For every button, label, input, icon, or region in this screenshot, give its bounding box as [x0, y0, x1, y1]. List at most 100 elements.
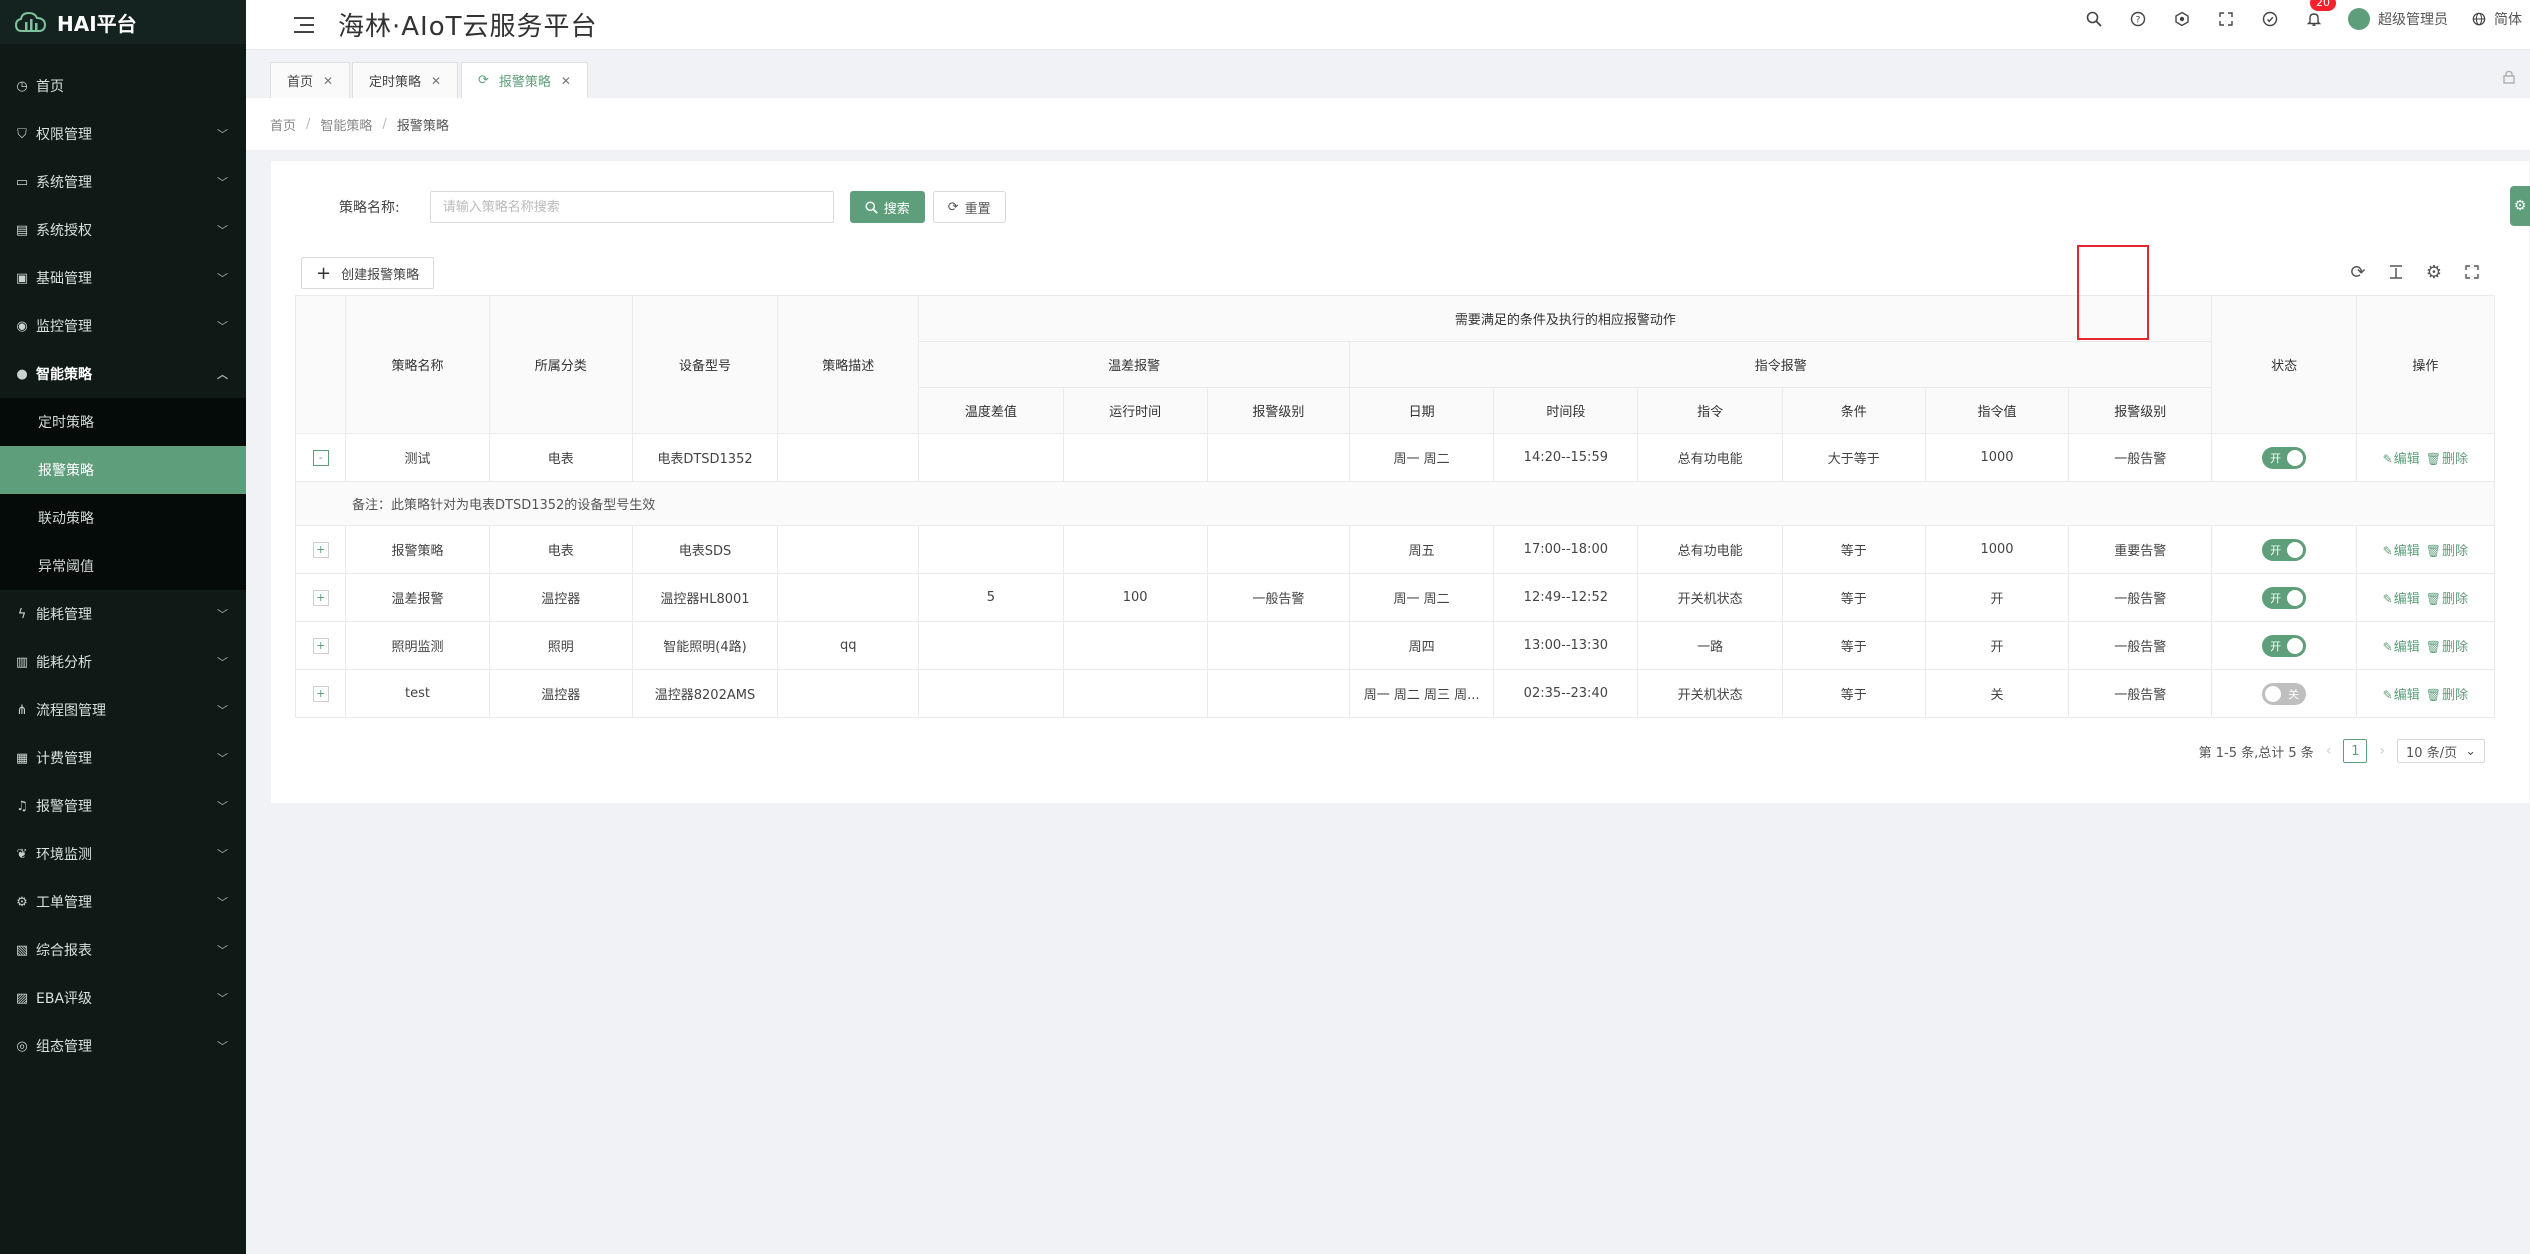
reload-icon[interactable]: ⟳: [2347, 261, 2369, 283]
close-icon[interactable]: ✕: [561, 74, 571, 88]
cell-temp-diff: [918, 433, 1064, 482]
cell-command-value: 1000: [1924, 433, 2070, 482]
edit-button[interactable]: ✎编辑: [2383, 688, 2420, 703]
sidebar-subitem-label: 定时策略: [38, 415, 94, 431]
edit-button[interactable]: ✎编辑: [2383, 592, 2420, 607]
refresh-icon: ⟳: [947, 199, 959, 215]
close-icon[interactable]: ✕: [431, 74, 441, 88]
edit-button[interactable]: ✎编辑: [2383, 544, 2420, 559]
fullscreen-icon[interactable]: [2216, 9, 2236, 29]
close-icon[interactable]: ✕: [323, 74, 333, 88]
page-size-select[interactable]: 10 条/页 ⌄: [2397, 739, 2485, 763]
create-alarm-strategy-button[interactable]: + 创建报警策略: [301, 257, 435, 289]
sidebar-subitem[interactable]: 联动策略: [0, 494, 246, 542]
refresh-icon[interactable]: ⟳: [478, 73, 489, 88]
edit-button[interactable]: ✎编辑: [2383, 640, 2420, 655]
collapse-row-icon[interactable]: -: [312, 449, 329, 466]
fullscreen-icon[interactable]: [2461, 261, 2483, 283]
status-toggle[interactable]: 关: [2262, 682, 2307, 705]
breadcrumb-item-home[interactable]: 首页: [270, 115, 296, 134]
sidebar-item[interactable]: ▭ 系统管理 ﹀: [0, 158, 246, 206]
cell-temp-level: [1206, 525, 1350, 574]
delete-button[interactable]: 🗑︎删除: [2426, 592, 2468, 607]
density-icon[interactable]: [2385, 261, 2407, 283]
sidebar-item[interactable]: ▣ 基础管理 ﹀: [0, 254, 246, 302]
prev-page-icon[interactable]: ‹: [2326, 743, 2332, 759]
sidebar-item[interactable]: ♫ 报警管理 ﹀: [0, 782, 246, 830]
theme-icon[interactable]: [2172, 9, 2192, 29]
settings-drawer-icon[interactable]: ⚙: [2510, 186, 2530, 226]
language-switch[interactable]: 简体: [2472, 9, 2522, 29]
sidebar-item[interactable]: ϟ 能耗管理 ﹀: [0, 590, 246, 638]
header-actions: ? 20 超级管理员 简体: [2084, 0, 2522, 38]
sidebar-item[interactable]: ▥ 能耗分析 ﹀: [0, 638, 246, 686]
cell-run-time: [1062, 669, 1208, 718]
edit-button[interactable]: ✎编辑: [2383, 452, 2420, 467]
next-page-icon[interactable]: ›: [2379, 743, 2385, 759]
tab-label: 定时策略: [369, 75, 422, 90]
sidebar-item[interactable]: ◎ 组态管理 ﹀: [0, 1022, 246, 1070]
search-input[interactable]: [429, 191, 834, 223]
expand-cell: +: [294, 525, 347, 574]
cell-device-model: 温控器8202AMS: [631, 669, 779, 718]
table-row: + 报警策略 电表 电表SDS 周五 17:00--18:00 总有功电能 等于 1000 重要告…: [294, 525, 2496, 574]
chevron-down-icon: ﹀: [217, 176, 228, 189]
page-number[interactable]: 1: [2343, 739, 2368, 763]
user-menu[interactable]: 超级管理员: [2348, 8, 2448, 30]
search-button[interactable]: 搜索: [849, 191, 925, 223]
chevron-down-icon: ﹀: [217, 320, 228, 333]
reset-button[interactable]: ⟳ 重置: [932, 191, 1006, 223]
search-icon[interactable]: [2084, 9, 2104, 29]
sidebar-item[interactable]: ◉ 监控管理 ﹀: [0, 302, 246, 350]
tab-timed-strategy[interactable]: 定时策略 ✕: [352, 62, 459, 98]
trash-icon: 🗑︎: [2425, 688, 2441, 702]
delete-button[interactable]: 🗑︎删除: [2426, 688, 2468, 703]
lock-icon[interactable]: [2502, 70, 2516, 88]
expand-row-icon[interactable]: +: [312, 541, 329, 558]
sidebar-item[interactable]: ❦ 环境监测 ﹀: [0, 830, 246, 878]
sidebar-subitem[interactable]: 报警策略: [0, 446, 246, 494]
delete-button[interactable]: 🗑︎删除: [2426, 452, 2468, 467]
sidebar-item[interactable]: ▤ 系统授权 ﹀: [0, 206, 246, 254]
settings-icon[interactable]: ⚙: [2423, 261, 2445, 283]
sidebar-item[interactable]: ▧ 综合报表 ﹀: [0, 926, 246, 974]
content-card: 策略名称: 搜索 ⟳ 重置 + 创建报警策略 ⟳ ⚙: [271, 161, 2529, 803]
breadcrumb-item-smart-strategy[interactable]: 智能策略: [320, 115, 372, 134]
sidebar-item[interactable]: ⚙ 工单管理 ﹀: [0, 878, 246, 926]
logo[interactable]: HAI平台: [0, 0, 246, 44]
expand-row-icon[interactable]: +: [312, 637, 329, 654]
bell-icon[interactable]: 20: [2304, 0, 2336, 29]
cell-temp-level: 一般告警: [1206, 573, 1350, 622]
cell-date: 周五: [1348, 525, 1495, 574]
expand-row-icon[interactable]: +: [312, 685, 329, 702]
status-toggle[interactable]: 开: [2262, 538, 2307, 561]
alarm-icon: ♫: [16, 798, 28, 814]
edit-icon: ✎: [2382, 688, 2393, 702]
breadcrumb-separator: /: [382, 116, 387, 132]
sidebar-item-label: 监控管理: [36, 319, 92, 335]
sidebar-subitem[interactable]: 异常阈值: [0, 542, 246, 590]
column-group-command-alarm: 指令报警: [1348, 341, 2213, 388]
sidebar-subitem[interactable]: 定时策略: [0, 398, 246, 446]
delete-button[interactable]: 🗑︎删除: [2426, 640, 2468, 655]
sidebar-item[interactable]: ▨ EBA评级 ﹀: [0, 974, 246, 1022]
tab-home[interactable]: 首页 ✕: [270, 62, 351, 98]
menu-toggle-icon[interactable]: [294, 16, 314, 33]
sidebar-item[interactable]: ▦ 计费管理 ﹀: [0, 734, 246, 782]
status-toggle[interactable]: 开: [2262, 634, 2307, 657]
status-toggle[interactable]: 开: [2262, 446, 2307, 469]
sidebar-item[interactable]: ⛉ 权限管理 ﹀: [0, 110, 246, 158]
github-icon[interactable]: [2260, 9, 2280, 29]
chevron-down-icon: ﹀: [217, 704, 228, 717]
sidebar-item[interactable]: ⋔ 流程图管理 ﹀: [0, 686, 246, 734]
sidebar-item[interactable]: ● 智能策略 ︿: [0, 350, 246, 398]
delete-button[interactable]: 🗑︎删除: [2426, 544, 2468, 559]
help-icon[interactable]: ?: [2128, 9, 2148, 29]
sidebar-item[interactable]: ◷ 首页: [0, 62, 246, 110]
expand-row-icon[interactable]: +: [312, 589, 329, 606]
cell-name: 报警策略: [345, 525, 490, 574]
cell-date: 周一 周二: [1348, 433, 1495, 482]
status-toggle[interactable]: 开: [2262, 586, 2307, 609]
tab-alarm-strategy[interactable]: ⟳ 报警策略 ✕: [461, 62, 588, 98]
table-body: - 测试 电表 电表DTSD1352 周一 周二 14:20--15:59 总有功电能 大于等…: [294, 433, 2496, 718]
